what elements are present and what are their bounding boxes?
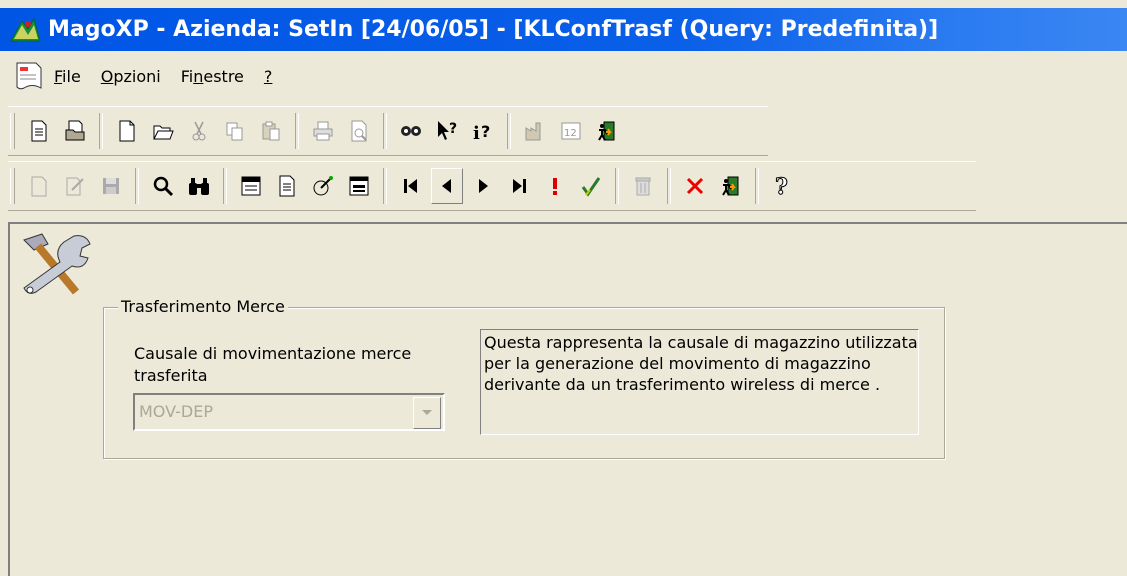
binoculars-icon[interactable] <box>183 168 215 204</box>
document-icon <box>16 62 42 90</box>
cancel-icon[interactable] <box>679 168 711 204</box>
form-icon[interactable] <box>343 168 375 204</box>
alert-icon[interactable] <box>539 168 571 204</box>
description-text: Questa rappresenta la causale di magazzi… <box>480 329 919 435</box>
copy-icon[interactable] <box>219 113 251 149</box>
toolbar-separator <box>755 168 759 204</box>
menu-bar: File Opzioni Finestre ? <box>0 58 1127 94</box>
dropdown-button[interactable] <box>413 397 441 429</box>
app-logo-icon <box>10 17 41 41</box>
toolbar-separator <box>507 113 511 149</box>
menu-opzioni[interactable]: Opzioni <box>101 67 161 86</box>
group-title: Trasferimento Merce <box>118 297 288 316</box>
help-icon[interactable]: ? <box>767 168 799 204</box>
svg-text:?: ? <box>449 121 457 137</box>
context-help-icon[interactable]: ? <box>431 113 463 149</box>
save-icon[interactable] <box>95 168 127 204</box>
first-record-icon[interactable] <box>395 168 427 204</box>
causale-field-label: Causale di movimentazione merce trasferi… <box>134 344 412 385</box>
tools-icon <box>23 233 91 295</box>
print-preview-icon[interactable] <box>343 113 375 149</box>
camera-icon[interactable] <box>395 113 427 149</box>
factory-icon[interactable] <box>519 113 551 149</box>
title-bar: MagoXP - Azienda: SetIn [24/06/05] - [KL… <box>0 8 1127 51</box>
toolbar-grip[interactable] <box>10 113 15 149</box>
next-record-icon[interactable] <box>467 168 499 204</box>
check-icon[interactable] <box>575 168 607 204</box>
edit-record-icon[interactable] <box>59 168 91 204</box>
new-record-icon[interactable] <box>23 168 55 204</box>
info-help-icon[interactable]: i? <box>467 113 499 149</box>
record-toolbar: ? <box>8 161 976 211</box>
print-icon[interactable] <box>307 113 339 149</box>
open-folder-icon[interactable] <box>147 113 179 149</box>
svg-text:?: ? <box>481 122 490 141</box>
svg-text:i: i <box>473 123 480 143</box>
radar-icon[interactable] <box>307 168 339 204</box>
menu-finestre[interactable]: Finestre <box>181 67 244 86</box>
open-document-icon[interactable] <box>59 113 91 149</box>
last-record-icon[interactable] <box>503 168 535 204</box>
menu-file[interactable]: File <box>54 67 81 86</box>
exit-icon[interactable] <box>715 168 747 204</box>
standard-toolbar: ? i? 12 <box>8 106 768 156</box>
new-document-icon[interactable] <box>23 113 55 149</box>
combo-value: MOV-DEP <box>139 402 213 421</box>
svg-text:12: 12 <box>564 128 577 139</box>
toolbar-separator <box>667 168 671 204</box>
toolbar-separator <box>383 113 387 149</box>
causale-combobox[interactable]: MOV-DEP <box>133 393 445 431</box>
toolbar-separator <box>615 168 619 204</box>
search-icon[interactable] <box>147 168 179 204</box>
toolbar-separator <box>383 168 387 204</box>
toolbar-separator <box>135 168 139 204</box>
query-icon[interactable] <box>235 168 267 204</box>
paste-icon[interactable] <box>255 113 287 149</box>
chevron-down-icon <box>422 410 432 415</box>
cut-icon[interactable] <box>183 113 215 149</box>
menu-help[interactable]: ? <box>264 67 273 86</box>
toolbar-separator <box>295 113 299 149</box>
report-icon[interactable] <box>271 168 303 204</box>
toolbar-separator <box>99 113 103 149</box>
new-file-icon[interactable] <box>111 113 143 149</box>
svg-text:?: ? <box>775 174 788 198</box>
toolbar-grip[interactable] <box>10 168 15 204</box>
delete-icon[interactable] <box>627 168 659 204</box>
previous-record-icon[interactable] <box>431 168 463 204</box>
exit-icon[interactable] <box>591 113 623 149</box>
toolbar-separator <box>223 168 227 204</box>
calendar-icon[interactable]: 12 <box>555 113 587 149</box>
window-title: MagoXP - Azienda: SetIn [24/06/05] - [KL… <box>48 17 939 42</box>
